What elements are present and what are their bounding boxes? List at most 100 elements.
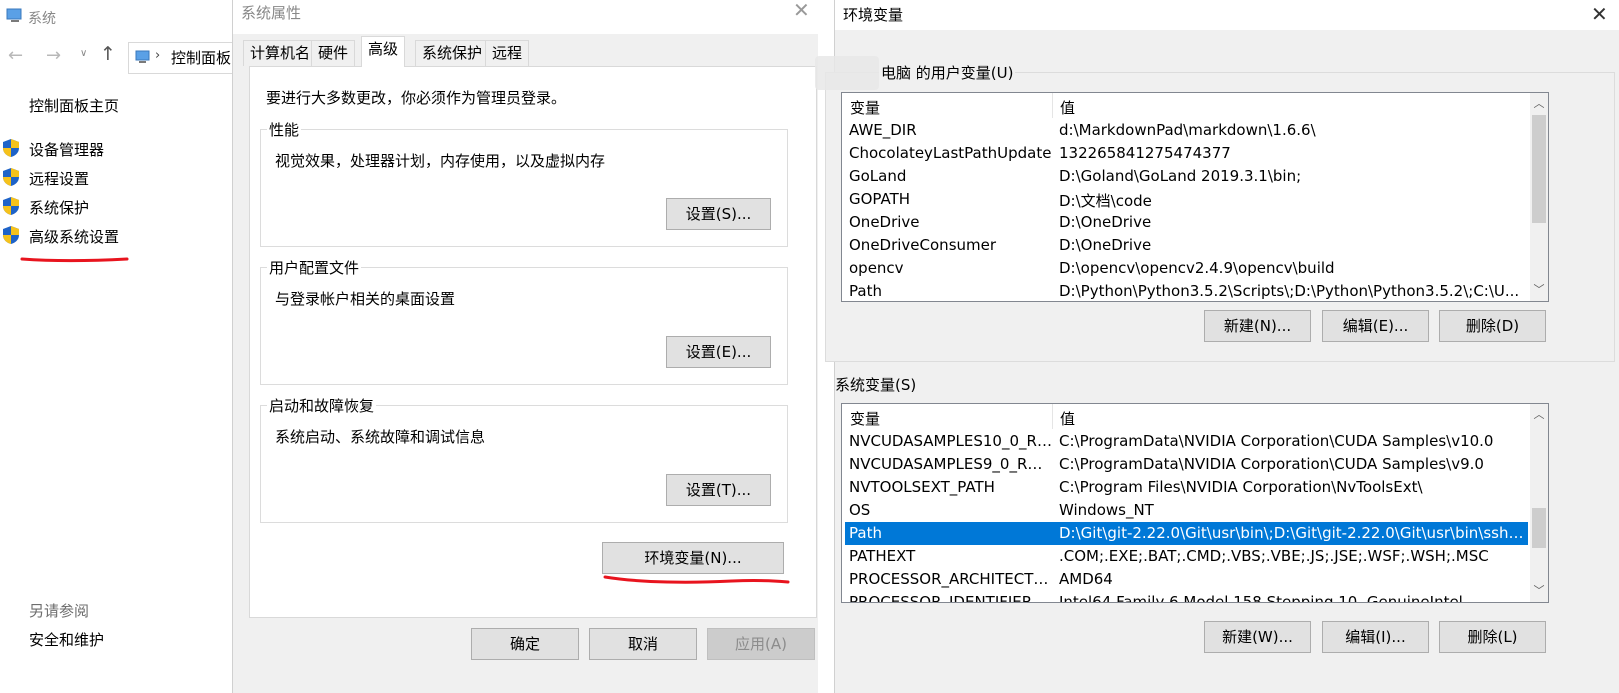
tab-hardware[interactable]: 硬件 [311, 40, 356, 66]
variable-value: C:\Program Files\NVIDIA Corporation\NvTo… [1059, 478, 1423, 496]
tab-remote[interactable]: 远程 [485, 40, 530, 66]
scroll-down-icon[interactable]: ﹀ [1530, 281, 1548, 299]
back-arrow-icon[interactable]: ← [8, 45, 23, 66]
title-bar [835, 0, 1619, 30]
column-header-value[interactable]: 值 [1060, 408, 1075, 429]
column-header-variable[interactable]: 变量 [850, 97, 880, 118]
scroll-up-icon[interactable]: ︿ [1530, 95, 1548, 113]
forward-arrow-icon[interactable]: → [46, 45, 61, 66]
system-properties-dialog: 系统属性 ✕ 计算机名 硬件 高级 系统保护 远程 要进行大多数更改，你必须作为… [232, 0, 818, 693]
scroll-down-icon[interactable]: ﹀ [1530, 582, 1548, 600]
up-arrow-icon[interactable]: ↑ [100, 43, 116, 65]
scroll-thumb[interactable] [1532, 115, 1546, 223]
scrollbar[interactable]: ︿ ﹀ [1530, 93, 1548, 301]
close-icon[interactable]: ✕ [793, 0, 810, 22]
table-row[interactable]: NVTOOLSEXT_PATH C:\Program Files\NVIDIA C… [845, 476, 1528, 499]
uac-shield-icon [3, 139, 19, 157]
environment-variables-button[interactable]: 环境变量(N)... [602, 542, 784, 574]
scroll-up-icon[interactable]: ︿ [1530, 406, 1548, 424]
table-row[interactable]: AWE_DIR d:\MarkdownPad\markdown\1.6.6\ [845, 119, 1528, 142]
variable-name: PROCESSOR_IDENTIFIER [849, 593, 1033, 603]
uac-shield-icon [3, 168, 19, 186]
cancel-button[interactable]: 取消 [589, 628, 697, 660]
system-new-button[interactable]: 新建(W)... [1204, 621, 1311, 653]
uac-shield-icon [3, 197, 19, 215]
environment-variables-dialog: 环境变量 ✕ 电脑 的用户变量(U) 变量 值 AWE_DIR d:\Markdo… [815, 0, 1619, 693]
recent-chevron-icon[interactable]: ∨ [80, 48, 87, 59]
variable-name: ChocolateyLastPathUpdate [849, 144, 1052, 162]
tab-advanced[interactable]: 高级 [361, 36, 406, 67]
address-bar[interactable]: › 控制面板 [128, 42, 241, 74]
breadcrumb[interactable]: 控制面板 [171, 47, 231, 68]
title-bar [233, 0, 818, 34]
scrollbar[interactable]: ︿ ﹀ [1530, 404, 1548, 602]
apply-button[interactable]: 应用(A) [707, 628, 815, 660]
control-panel-icon [135, 50, 150, 63]
blurred-username [815, 56, 879, 90]
column-divider[interactable] [1052, 93, 1053, 118]
admin-note: 要进行大多数更改，你必须作为管理员登录。 [266, 89, 567, 107]
group-description: 系统启动、系统故障和调试信息 [275, 428, 486, 446]
variable-value: 132265841275474377 [1059, 144, 1231, 162]
tab-computer-name[interactable]: 计算机名 [243, 40, 318, 66]
system-variables-list[interactable]: 变量 值 NVCUDASAMPLES10_0_RO... C:\ProgramDa… [841, 403, 1549, 603]
close-icon[interactable]: ✕ [1591, 2, 1608, 26]
table-row[interactable]: NVCUDASAMPLES10_0_RO... C:\ProgramData\NV… [845, 430, 1528, 453]
breadcrumb-chevron-icon: › [155, 48, 161, 63]
variable-name: NVTOOLSEXT_PATH [849, 478, 995, 496]
system-delete-button[interactable]: 删除(L) [1439, 621, 1546, 653]
table-row[interactable]: OS Windows_NT [845, 499, 1528, 522]
table-row[interactable]: Path D:\Git\git-2.22.0\Git\usr\bin\;D:\Gi… [845, 522, 1528, 545]
profiles-settings-button[interactable]: 设置(E)... [666, 336, 771, 368]
ok-button[interactable]: 确定 [471, 628, 579, 660]
variable-value: D:\OneDrive [1059, 213, 1152, 231]
column-header-variable[interactable]: 变量 [850, 408, 880, 429]
table-row[interactable]: GOPATH D:\文档\code [845, 188, 1528, 211]
variable-name: OneDrive [849, 213, 920, 231]
table-row[interactable]: GoLand D:\Goland\GoLand 2019.3.1\bin; [845, 165, 1528, 188]
variable-value: C:\ProgramData\NVIDIA Corporation\CUDA S… [1059, 455, 1484, 473]
group-title: 性能 [267, 119, 302, 140]
table-row[interactable]: PROCESSOR_IDENTIFIER Intel64 Family 6 Mod… [845, 591, 1528, 603]
tab-system-protection[interactable]: 系统保护 [415, 40, 490, 66]
table-row[interactable]: NVCUDASAMPLES9_0_ROOT C:\ProgramData\NVID… [845, 453, 1528, 476]
variable-name: opencv [849, 259, 904, 277]
user-edit-button[interactable]: 编辑(E)... [1322, 310, 1429, 342]
list-header: 变量 值 [842, 93, 1530, 118]
variable-name: AWE_DIR [849, 121, 917, 139]
variable-value: Windows_NT [1059, 501, 1154, 519]
table-row[interactable]: OneDrive D:\OneDrive [845, 211, 1528, 234]
control-panel-home-link[interactable]: 控制面板主页 [29, 95, 119, 116]
user-variables-list[interactable]: 变量 值 AWE_DIR d:\MarkdownPad\markdown\1.6.… [841, 92, 1549, 302]
system-edit-button[interactable]: 编辑(I)... [1322, 621, 1429, 653]
table-row[interactable]: opencv D:\opencv\opencv2.4.9\opencv\build [845, 257, 1528, 280]
user-delete-button[interactable]: 删除(D) [1439, 310, 1546, 342]
sidebar-item-label: 远程设置 [29, 170, 90, 188]
table-row[interactable]: PROCESSOR_ARCHITECTURE AMD64 [845, 568, 1528, 591]
variable-value: D:\文档\code [1059, 192, 1152, 210]
scroll-thumb[interactable] [1532, 508, 1546, 548]
column-header-value[interactable]: 值 [1060, 97, 1075, 118]
window-title: 系统 [28, 11, 56, 27]
table-row[interactable]: Path D:\Python\Python3.5.2\Scripts\;D:\Py… [845, 280, 1528, 301]
variable-name: Path [849, 524, 882, 542]
variable-value: D:\Python\Python3.5.2\Scripts\;D:\Python… [1059, 282, 1520, 300]
performance-settings-button[interactable]: 设置(S)... [666, 198, 771, 230]
user-new-button[interactable]: 新建(N)... [1204, 310, 1311, 342]
table-row[interactable]: PATHEXT .COM;.EXE;.BAT;.CMD;.VBS;.VBE;.JS… [845, 545, 1528, 568]
group-description: 与登录帐户相关的桌面设置 [275, 290, 456, 308]
variable-name: PROCESSOR_ARCHITECTURE [849, 570, 1053, 588]
startup-settings-button[interactable]: 设置(T)... [666, 474, 771, 506]
variable-name: PATHEXT [849, 547, 916, 565]
column-divider[interactable] [1052, 404, 1053, 429]
sidebar-item-label: 设备管理器 [29, 141, 105, 159]
sidebar-item-label: 高级系统设置 [29, 228, 120, 246]
sidebar-item-label: 系统保护 [29, 199, 90, 217]
variable-name: Path [849, 282, 882, 300]
variable-value: AMD64 [1059, 570, 1113, 588]
table-row[interactable]: ChocolateyLastPathUpdate 1322658412754743… [845, 142, 1528, 165]
table-row[interactable]: OneDriveConsumer D:\OneDrive [845, 234, 1528, 257]
group-description: 视觉效果，处理器计划，内存使用，以及虚拟内存 [275, 152, 606, 170]
security-maintenance-link[interactable]: 安全和维护 [29, 629, 104, 650]
user-profiles-group: 用户配置文件 与登录帐户相关的桌面设置 设置(E)... [260, 257, 788, 385]
